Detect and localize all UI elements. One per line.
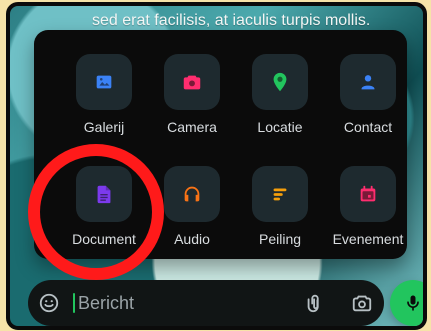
attachment-menu: Galerij Camera Locatie Contact Document … [34, 30, 407, 259]
attachment-option-document[interactable]: Document [61, 166, 147, 264]
camera-icon [164, 54, 220, 110]
message-text-snippet: sed erat facilisis, at iaculis turpis mo… [92, 12, 371, 29]
emoji-sticker-icon[interactable] [38, 292, 60, 314]
attachment-label: Evenement [332, 231, 404, 247]
gallery-icon [76, 54, 132, 110]
attachment-label: Audio [174, 231, 210, 247]
paperclip-icon[interactable] [304, 292, 326, 314]
text-caret [73, 293, 75, 313]
attachment-option-contact[interactable]: Contact [325, 54, 411, 152]
poll-icon [252, 166, 308, 222]
attachment-label: Locatie [257, 119, 303, 135]
attachment-grid: Galerij Camera Locatie Contact Document … [34, 30, 407, 259]
message-composer[interactable]: Bericht [28, 280, 384, 326]
camera-icon[interactable] [350, 292, 374, 314]
attachment-option-evenement[interactable]: Evenement [325, 166, 411, 264]
attachment-label: Galerij [83, 119, 125, 135]
document-icon [76, 166, 132, 222]
attachment-label: Peiling [258, 231, 302, 247]
attachment-option-camera[interactable]: Camera [149, 54, 235, 152]
attachment-label: Document [72, 231, 136, 247]
attachment-option-galerij[interactable]: Galerij [61, 54, 147, 152]
location-pin-icon [252, 54, 308, 110]
calendar-icon [340, 166, 396, 222]
contact-person-icon [340, 54, 396, 110]
attachment-option-audio[interactable]: Audio [149, 166, 235, 264]
headphones-icon [164, 166, 220, 222]
message-input-placeholder[interactable]: Bericht [78, 293, 134, 313]
microphone-button[interactable] [390, 280, 423, 326]
attachment-label: Contact [343, 119, 393, 135]
attachment-option-locatie[interactable]: Locatie [237, 54, 323, 152]
microphone-icon [407, 295, 419, 311]
chat-background: sed erat facilisis, at iaculis turpis mo… [6, 2, 427, 330]
attachment-option-peiling[interactable]: Peiling [237, 166, 323, 264]
attachment-label: Camera [167, 119, 217, 135]
